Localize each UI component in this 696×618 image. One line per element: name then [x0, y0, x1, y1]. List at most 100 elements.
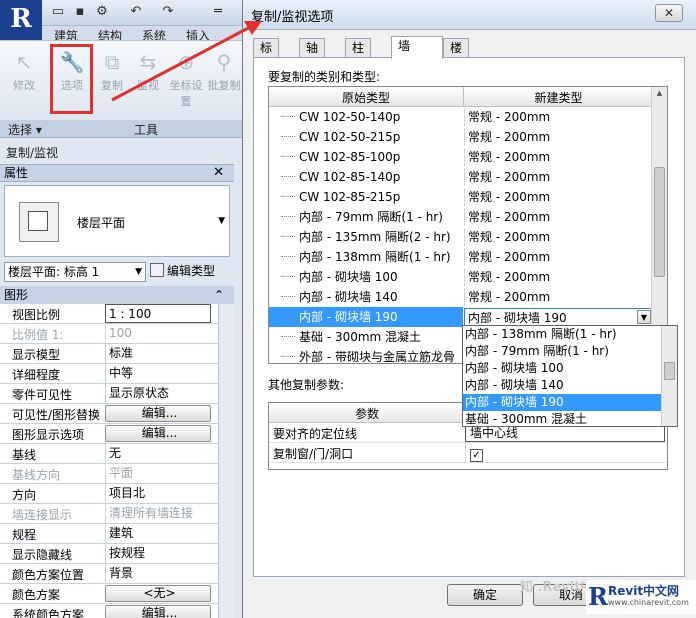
type-mapping-row[interactable]: CW 102-50-140p 常规 - 200mm — [269, 107, 653, 127]
original-type-cell[interactable]: CW 102-85-140p — [269, 167, 463, 187]
dropdown-option[interactable]: 内部 - 138mm 隔断(1 - hr) — [463, 326, 663, 343]
original-type-cell[interactable]: CW 102-85-215p — [269, 187, 463, 207]
chevron-down-icon[interactable]: ▼ — [637, 310, 651, 324]
grid-scrollbar[interactable]: ▲ ▼ — [651, 87, 667, 363]
property-value[interactable]: 建筑 — [105, 524, 211, 543]
original-type-cell[interactable]: 外部 - 带砌块与金属立筋龙骨 — [269, 347, 463, 363]
property-edit-button[interactable]: 编辑... — [105, 405, 211, 422]
type-selector[interactable]: 楼层平面 ▼ — [4, 185, 230, 257]
property-value[interactable]: 显示原状态 — [105, 384, 211, 403]
original-type-cell[interactable]: 内部 - 砌块墙 140 — [269, 287, 463, 307]
type-mapping-row[interactable]: CW 102-85-100p 常规 - 200mm — [269, 147, 653, 167]
property-value[interactable]: 背景 — [105, 564, 211, 583]
original-type-cell[interactable]: 内部 - 砌块墙 190 — [269, 307, 463, 327]
redo-icon[interactable]: ↷ — [160, 4, 176, 20]
tab-grids[interactable]: 轴网 — [299, 38, 326, 73]
type-mapping-row[interactable]: CW 102-85-140p 常规 - 200mm — [269, 167, 653, 187]
dialog-titlebar[interactable]: 复制/监视选项 ✕ — [243, 0, 696, 30]
tab-levels[interactable]: 标高 — [253, 38, 280, 73]
new-type-cell[interactable]: 常规 - 200mm — [464, 268, 653, 286]
original-type-cell[interactable]: CW 102-50-140p — [269, 107, 463, 127]
new-type-header[interactable]: 新建类型 — [464, 89, 653, 106]
tab-walls[interactable]: 墙 — [391, 36, 443, 59]
tab-floors[interactable]: 楼板 — [443, 38, 470, 73]
undo-icon[interactable]: ↶ — [128, 4, 144, 20]
new-type-cell[interactable]: 常规 - 200mm — [464, 148, 653, 166]
new-type-cell[interactable]: 常规 - 200mm — [464, 288, 653, 306]
new-type-cell[interactable]: 常规 - 200mm — [464, 108, 653, 126]
original-type-cell[interactable]: 基础 - 300mm 混凝土 — [269, 327, 463, 347]
original-type-cell[interactable]: CW 102-85-100p — [269, 147, 463, 167]
collapse-icon[interactable]: ⌃ — [214, 286, 224, 304]
revit-logo[interactable]: R — [0, 0, 42, 40]
original-type-cell[interactable]: 内部 - 砌块墙 100 — [269, 267, 463, 287]
dropdown-option[interactable]: 内部 - 79mm 隔断(1 - hr) — [463, 343, 663, 360]
close-icon[interactable]: ✕ — [213, 165, 224, 181]
dropdown-scrollbar[interactable] — [661, 326, 677, 426]
measure-icon[interactable]: ═ — [210, 4, 226, 20]
monitor-button[interactable]: ⇆ 监视 — [128, 45, 168, 107]
new-type-cell[interactable]: 常规 - 200mm — [464, 208, 653, 226]
tab-columns[interactable]: 柱 — [345, 38, 372, 58]
modify-button[interactable]: ↖ 修改 — [4, 45, 44, 107]
type-mapping-row[interactable]: CW 102-50-215p 常规 - 200mm — [269, 127, 653, 147]
edit-type-button[interactable]: 编辑类型 — [150, 262, 230, 282]
new-type-text: 常规 - 200mm — [468, 150, 551, 164]
property-value[interactable]: 项目北 — [105, 484, 211, 503]
sync-icon[interactable]: ⚙ — [94, 4, 110, 20]
scroll-thumb[interactable] — [664, 362, 675, 380]
copy-openings-checkbox[interactable]: ✓ — [470, 449, 483, 462]
chevron-down-icon[interactable]: ▼ — [218, 216, 225, 226]
original-type-cell[interactable]: 内部 - 79mm 隔断(1 - hr) — [269, 207, 463, 227]
property-edit-button[interactable]: 编辑... — [105, 425, 211, 442]
type-mapping-row[interactable]: 内部 - 79mm 隔断(1 - hr) 常规 - 200mm — [269, 207, 653, 227]
watermark-brand: Revit中文网 — [608, 584, 680, 598]
property-edit-button[interactable]: <无> — [105, 585, 211, 602]
new-type-cell[interactable]: 常规 - 200mm — [464, 128, 653, 146]
original-type-cell[interactable]: 内部 - 138mm 隔断(1 - hr) — [269, 247, 463, 267]
property-row: 显示模型 标准 — [0, 344, 234, 364]
new-type-cell[interactable]: 常规 - 200mm — [464, 188, 653, 206]
property-value[interactable]: 无 — [105, 444, 211, 463]
tree-connector — [281, 307, 295, 317]
save-icon[interactable]: ▪ — [72, 4, 88, 20]
new-type-cell[interactable]: 常规 - 200mm — [464, 248, 653, 266]
chevron-down-icon[interactable]: ▼ — [135, 263, 142, 281]
dropdown-option[interactable]: 内部 - 砌块墙 190 — [463, 394, 663, 411]
close-button[interactable]: ✕ — [655, 4, 683, 22]
property-value[interactable]: 1 : 100 — [105, 304, 211, 323]
coordinate-settings-button[interactable]: ⊕ 坐标设置 — [166, 45, 206, 108]
batch-copy-button[interactable]: ⚲ 批复制 — [204, 45, 242, 107]
original-type-cell[interactable]: 内部 - 135mm 隔断(2 - hr) — [269, 227, 463, 247]
type-mapping-row[interactable]: 内部 - 135mm 隔断(2 - hr) 常规 - 200mm — [269, 227, 653, 247]
type-mapping-row[interactable]: 内部 - 砌块墙 190 内部 - 砌块墙 190 ▼ — [269, 307, 653, 327]
tools-group-label: 工具 — [134, 123, 159, 137]
type-mapping-row[interactable]: 内部 - 138mm 隔断(1 - hr) 常规 - 200mm — [269, 247, 653, 267]
dropdown-option[interactable]: 内部 - 砌块墙 100 — [463, 360, 663, 377]
open-icon[interactable]: ▭ — [50, 4, 66, 20]
properties-scrollbar[interactable] — [218, 304, 234, 618]
level-selector[interactable]: 楼层平面: 标高 1 ▼ — [4, 262, 146, 282]
copy-button[interactable]: ⧉ 复制 — [92, 45, 132, 107]
dropdown-option[interactable]: 内部 - 砌块墙 140 — [463, 377, 663, 394]
property-value[interactable]: 标准 — [105, 344, 211, 363]
type-mapping-row[interactable]: CW 102-85-215p 常规 - 200mm — [269, 187, 653, 207]
dropdown-option[interactable]: 基础 - 300mm 混凝土 — [463, 411, 663, 426]
graphics-section-header[interactable]: 图形 ⌃ — [0, 286, 234, 304]
ok-button[interactable]: 确定 — [447, 584, 523, 606]
new-type-dropdown[interactable]: 内部 - 砌块墙 190 ▼ — [464, 308, 653, 326]
original-type-cell[interactable]: CW 102-50-215p — [269, 127, 463, 147]
original-type-header[interactable]: 原始类型 — [269, 89, 463, 106]
scroll-up-icon[interactable]: ▲ — [654, 89, 665, 101]
scroll-thumb[interactable] — [654, 167, 665, 277]
property-value[interactable]: 按规程 — [105, 544, 211, 563]
select-group-label[interactable]: 选择 ▾ — [8, 121, 42, 138]
monitor-label: 监视 — [137, 79, 159, 92]
new-type-cell[interactable]: 常规 - 200mm — [464, 228, 653, 246]
property-value[interactable]: 中等 — [105, 364, 211, 383]
type-mapping-row[interactable]: 内部 - 砌块墙 100 常规 - 200mm — [269, 267, 653, 287]
type-mapping-row[interactable]: 内部 - 砌块墙 140 常规 - 200mm — [269, 287, 653, 307]
new-type-text: 常规 - 200mm — [468, 290, 551, 304]
new-type-cell[interactable]: 常规 - 200mm — [464, 168, 653, 186]
property-edit-button[interactable]: 编辑... — [105, 605, 211, 618]
